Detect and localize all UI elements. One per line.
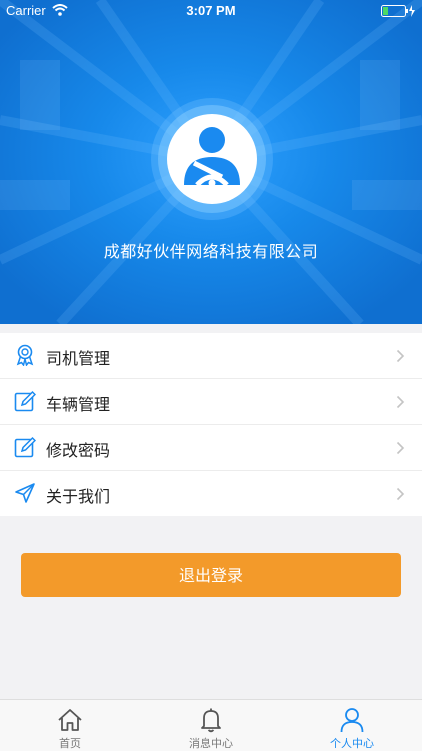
battery-icon	[381, 5, 415, 17]
company-name: 成都好伙伴网络科技有限公司	[103, 242, 319, 261]
chevron-right-icon	[396, 349, 405, 363]
tab-messages[interactable]: 消息中心	[141, 700, 281, 751]
bell-icon	[201, 708, 221, 733]
tab-profile[interactable]: 个人中心	[282, 700, 422, 751]
status-bar: Carrier 3:07 PM	[0, 0, 422, 22]
menu-item-change-password[interactable]: 修改密码	[0, 425, 422, 471]
tab-label: 个人中心	[330, 737, 374, 750]
menu-item-label: 修改密码	[46, 441, 111, 460]
logout-button[interactable]: 退出登录	[21, 553, 401, 597]
profile-header: Carrier 3:07 PM 成都好伙伴网络科技有限公司	[0, 0, 422, 324]
clock-time: 3:07 PM	[186, 3, 236, 18]
bottom-tab-bar: 首页 消息中心 个人中心	[0, 699, 422, 751]
menu-item-driver-management[interactable]: 司机管理	[0, 333, 422, 379]
avatar[interactable]	[150, 97, 274, 221]
tab-home[interactable]: 首页	[0, 700, 140, 751]
chevron-right-icon	[396, 441, 405, 455]
menu-item-vehicle-management[interactable]: 车辆管理	[0, 379, 422, 425]
home-icon	[58, 709, 82, 731]
profile-menu-list: 司机管理 车辆管理 修改密码 关于我们	[0, 333, 422, 516]
tab-label: 消息中心	[189, 737, 233, 750]
chevron-right-icon	[396, 487, 405, 501]
edit-icon	[14, 390, 36, 412]
driver-avatar-icon	[151, 98, 273, 220]
chevron-right-icon	[396, 395, 405, 409]
award-icon	[16, 344, 34, 366]
menu-item-about-us[interactable]: 关于我们	[0, 471, 422, 516]
menu-item-label: 车辆管理	[46, 395, 111, 414]
menu-item-label: 关于我们	[46, 487, 111, 506]
tab-label: 首页	[59, 737, 81, 750]
send-icon	[15, 483, 35, 503]
person-icon	[340, 708, 364, 733]
edit-icon	[14, 436, 36, 458]
menu-item-label: 司机管理	[46, 349, 111, 368]
